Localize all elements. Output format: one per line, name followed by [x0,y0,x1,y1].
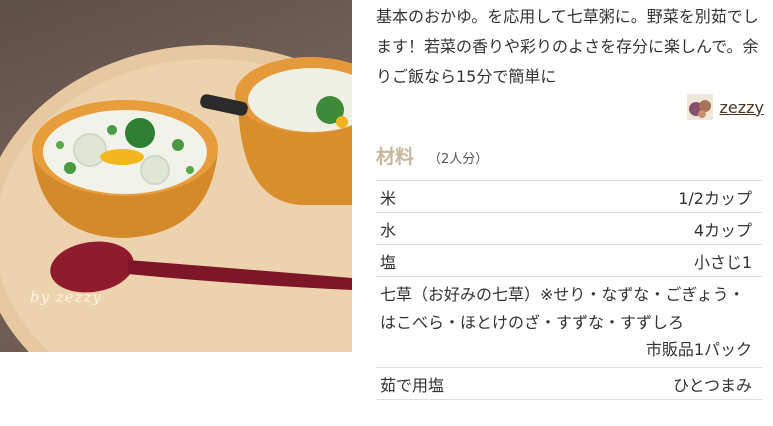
ingredient-row: 茹で用塩 ひとつまみ [376,368,762,400]
ingredient-row: 水 4カップ [376,213,762,245]
author-name[interactable]: zezzy [719,98,764,117]
ingredients-serving: （2人分） [428,152,489,167]
ingredient-quantity: 市販品1パック [645,340,752,359]
ingredient-name: 米 [380,188,397,208]
ingredient-name: 塩 [380,252,397,272]
recipe-description: 基本のおかゆ。を応用して七草粥に。野菜を別茹でします！若菜の香りや彩りのよさを存… [376,7,759,86]
ingredient-name: 水 [380,220,397,240]
author-avatar [687,94,714,120]
ingredient-quantity: 1/2カップ [678,188,752,208]
recipe-photo: by zezzy [0,0,352,352]
author-link[interactable]: zezzy [687,94,764,120]
ingredients-table: 米 1/2カップ 水 4カップ 塩 小さじ1 七草（お好みの七草）※せり・なずな… [376,180,762,400]
ingredient-quantity: ひとつまみ [673,375,752,395]
ingredient-row: 米 1/2カップ [376,181,762,213]
ingredients-title: 材料 [376,146,415,168]
ingredient-row: 塩 小さじ1 [376,245,762,277]
ingredient-quantity: 4カップ [693,220,752,240]
photo-watermark: by zezzy [30,288,102,306]
ingredient-quantity: 小さじ1 [693,252,752,272]
ingredient-row: 七草（お好みの七草）※せり・なずな・ごぎょう・はこべら・ほとけのざ・すずな・すず… [376,277,762,368]
ingredient-name: 茹で用塩 [380,375,445,395]
ingredient-name: 七草（お好みの七草）※せり・なずな・ごぎょう・はこべら・ほとけのざ・すずな・すず… [380,285,745,332]
ingredients-header: 材料 （2人分） [376,142,488,169]
